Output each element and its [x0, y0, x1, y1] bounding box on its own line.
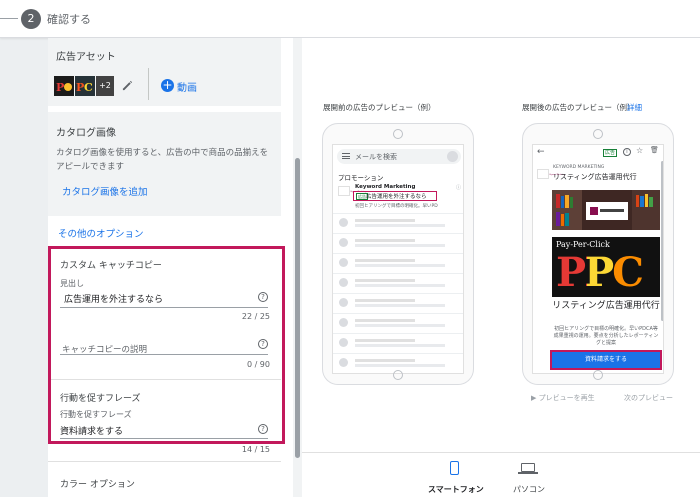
- ad-description: 初回ヒアリングで目標の明確化。早いPD: [355, 204, 438, 209]
- ad-settings-panel: 広告アセット P P C +2 + 動画 カタログ画像 カタログ画像を使用すると…: [48, 38, 302, 497]
- info-icon[interactable]: ⓘ: [456, 184, 461, 191]
- catalog-description: カタログ画像を使用すると、広告の中で商品の品揃えをアピールできます: [56, 148, 269, 172]
- mail-search-placeholder: メールを検索: [355, 153, 397, 161]
- expanded-ad-title: リスティング広告運用代行: [552, 301, 660, 311]
- add-video-plus-icon[interactable]: +: [161, 79, 174, 92]
- phone-camera: [393, 129, 403, 139]
- star-icon[interactable]: ☆: [636, 146, 643, 155]
- svg-text:C: C: [84, 81, 93, 94]
- play-preview-button[interactable]: ▶ プレビューを再生: [531, 393, 595, 403]
- phone-home-button: [393, 370, 403, 380]
- ad-brand-name: Keyword Marketing: [355, 184, 416, 190]
- cta-char-counter: 14 / 15: [241, 445, 270, 454]
- laptop-base: [518, 472, 538, 474]
- phone-preview-expanded: ← 広告 i ☆ 🗑 Keyword Marketing KEYWORD MAR…: [522, 123, 674, 385]
- advertiser-logo: Keyword Marketing: [338, 186, 366, 196]
- back-arrow-icon[interactable]: ←: [537, 147, 545, 157]
- detail-link[interactable]: 詳細: [627, 102, 642, 113]
- stepper-line: [0, 18, 18, 19]
- list-item: [333, 273, 463, 291]
- preview-area: 展開前の広告のプレビュー（例） 展開後の広告のプレビュー（例） 詳細 メールを検…: [302, 38, 700, 497]
- add-video-button[interactable]: 動画: [177, 79, 197, 94]
- smartphone-icon[interactable]: [450, 461, 459, 475]
- color-options-title[interactable]: カラー オプション: [60, 477, 135, 490]
- list-item: [333, 333, 463, 351]
- scrollbar-thumb[interactable]: [295, 158, 300, 458]
- phone-screen: ← 広告 i ☆ 🗑 Keyword Marketing KEYWORD MAR…: [532, 144, 664, 374]
- next-preview-button[interactable]: 次のプレビュー: [624, 393, 673, 403]
- catalog-image-card: カタログ画像 カタログ画像を使用すると、広告の中で商品の品揃えをアピールできます…: [48, 112, 281, 216]
- list-item: [333, 213, 463, 231]
- more-assets-badge[interactable]: +2: [96, 76, 114, 96]
- info-icon[interactable]: i: [623, 148, 631, 156]
- ad-image-office[interactable]: [552, 190, 660, 230]
- device-smartphone-tab[interactable]: スマートフォン: [428, 484, 484, 495]
- cta-highlight-frame: [550, 350, 662, 370]
- collapsed-preview-label: 展開前の広告のプレビュー（例）: [323, 103, 436, 112]
- asset-thumbnail-1[interactable]: P: [54, 76, 74, 96]
- list-item: [333, 233, 463, 251]
- edit-pencil-icon[interactable]: [122, 80, 133, 91]
- ad-assets-card: 広告アセット P P C +2 + 動画: [48, 38, 281, 106]
- advertiser-logo: Keyword Marketing: [537, 169, 565, 179]
- phone-preview-collapsed: メールを検索 プロモーション Keyword Marketing Keyword…: [322, 123, 474, 385]
- expanded-preview-label: 展開後の広告のプレビュー（例）: [522, 103, 635, 112]
- avatar[interactable]: [447, 151, 458, 162]
- ad-headline[interactable]: 広告運用を外注するなら: [366, 192, 427, 200]
- ppc-image-letters: PPC: [556, 249, 644, 296]
- divider: [48, 461, 281, 462]
- stepper-bar: 2 確認する: [0, 0, 700, 38]
- trash-icon[interactable]: 🗑: [650, 146, 659, 154]
- svg-text:P: P: [56, 81, 64, 94]
- ad-tag-badge: 広告: [603, 149, 618, 157]
- list-item: [333, 313, 463, 331]
- advertiser-company: KEYWORD MARKETING: [553, 165, 605, 170]
- divider: [148, 68, 149, 100]
- list-item: [333, 253, 463, 271]
- phone-camera: [593, 129, 603, 139]
- device-toggle-bar: スマートフォン パソコン: [302, 452, 700, 497]
- phone-home-button: [593, 370, 603, 380]
- list-item: [333, 293, 463, 311]
- device-pc-tab[interactable]: パソコン: [513, 484, 545, 495]
- list-item: [333, 353, 463, 371]
- add-catalog-image-link[interactable]: カタログ画像を追加: [62, 184, 148, 198]
- other-options-link[interactable]: その他のオプション: [58, 226, 144, 240]
- ppc-image-caption: Pay-Per-Click: [556, 240, 610, 249]
- ad-assets-title: 広告アセット: [56, 52, 116, 63]
- highlight-frame: [48, 246, 285, 444]
- scrollbar-thumb[interactable]: [661, 161, 663, 321]
- ad-image-ppc[interactable]: Pay-Per-Click PPC: [552, 237, 660, 297]
- phone-screen: メールを検索 プロモーション Keyword Marketing Keyword…: [332, 144, 464, 374]
- asset-thumbnail-2[interactable]: P C: [75, 76, 95, 96]
- menu-icon[interactable]: [342, 153, 350, 159]
- expanded-toolbar: ← 広告 i ☆ 🗑: [533, 145, 663, 161]
- expanded-ad-description: 初回ヒアリングで目標の明確化。早いPDCA等成果重視の運用。要点を分析したレポー…: [553, 326, 659, 346]
- catalog-title: カタログ画像: [56, 128, 116, 139]
- advertiser-brand-line: リスティング広告運用代行: [553, 173, 637, 181]
- laptop-icon[interactable]: [521, 463, 535, 472]
- step-label[interactable]: 確認する: [47, 11, 91, 27]
- step-number-badge[interactable]: 2: [21, 9, 41, 29]
- mail-search-bar[interactable]: メールを検索: [337, 149, 461, 164]
- promotion-label: プロモーション: [338, 174, 384, 182]
